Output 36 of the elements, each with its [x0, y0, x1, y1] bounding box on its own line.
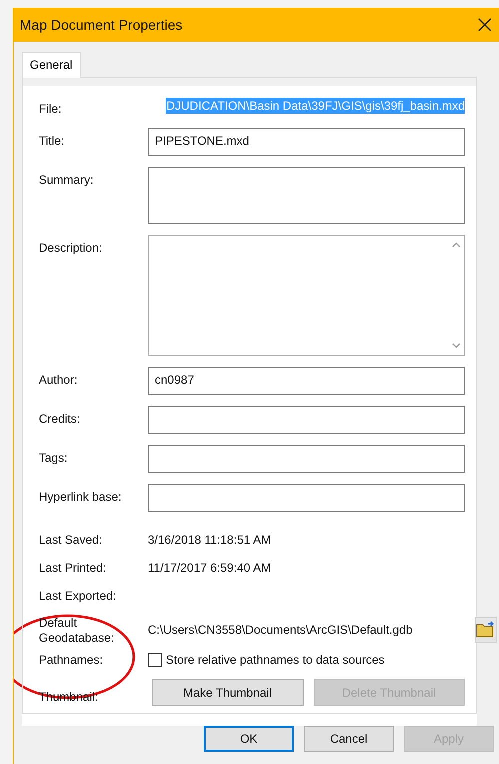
text-field[interactable]	[148, 406, 465, 434]
field-label: Hyperlink base:	[39, 489, 123, 505]
tab[interactable]: General	[22, 52, 81, 78]
geodatabase-path: C:\Users\CN3558\Documents\ArcGIS\Default.gdb	[148, 623, 414, 637]
file-path-text: DJUDICATION\Basin Data\39FJ\GIS\gis\39fj_basin.mxd	[166, 98, 465, 114]
info-label: Last Printed:	[39, 560, 108, 576]
field-label: Pathnames:	[39, 652, 104, 668]
field-label: File:	[39, 101, 63, 117]
info-label: Last Exported:	[39, 588, 118, 604]
info-value: 11/17/2017 6:59:40 AM	[148, 560, 272, 576]
field-label: Description:	[39, 240, 104, 256]
text-field[interactable]	[148, 445, 465, 473]
dialog-button[interactable]: OK	[204, 726, 294, 752]
field-label: Tags:	[39, 450, 69, 466]
scroll-down-icon[interactable]	[452, 343, 461, 349]
folder-icon	[476, 621, 496, 639]
checkbox[interactable]	[148, 653, 162, 667]
text-field[interactable]: PIPESTONE.mxd	[148, 128, 465, 156]
text-area[interactable]	[148, 167, 465, 224]
info-label: Last Saved:	[39, 532, 104, 548]
browse-folder-button[interactable]	[475, 617, 497, 643]
dialog-button[interactable]: Cancel	[304, 726, 394, 752]
thumbnail-button[interactable]: Make Thumbnail	[152, 679, 304, 706]
relative-pathnames-checkbox[interactable]: Store relative pathnames to data sources	[148, 653, 385, 667]
info-value: 3/16/2018 11:18:51 AM	[148, 532, 272, 548]
text-field[interactable]	[148, 484, 465, 512]
field-label: Default Geodatabase:	[39, 615, 116, 646]
field-label: Credits:	[39, 411, 82, 427]
close-icon[interactable]	[477, 17, 493, 33]
field-label: Summary:	[39, 172, 95, 188]
text-field[interactable]: cn0987	[148, 367, 465, 395]
window-title: Map Document Properties	[20, 17, 183, 33]
scroll-up-icon[interactable]	[452, 242, 461, 248]
field-label: Author:	[39, 372, 79, 388]
text-area[interactable]	[148, 235, 465, 356]
field-label: Title:	[39, 133, 66, 149]
